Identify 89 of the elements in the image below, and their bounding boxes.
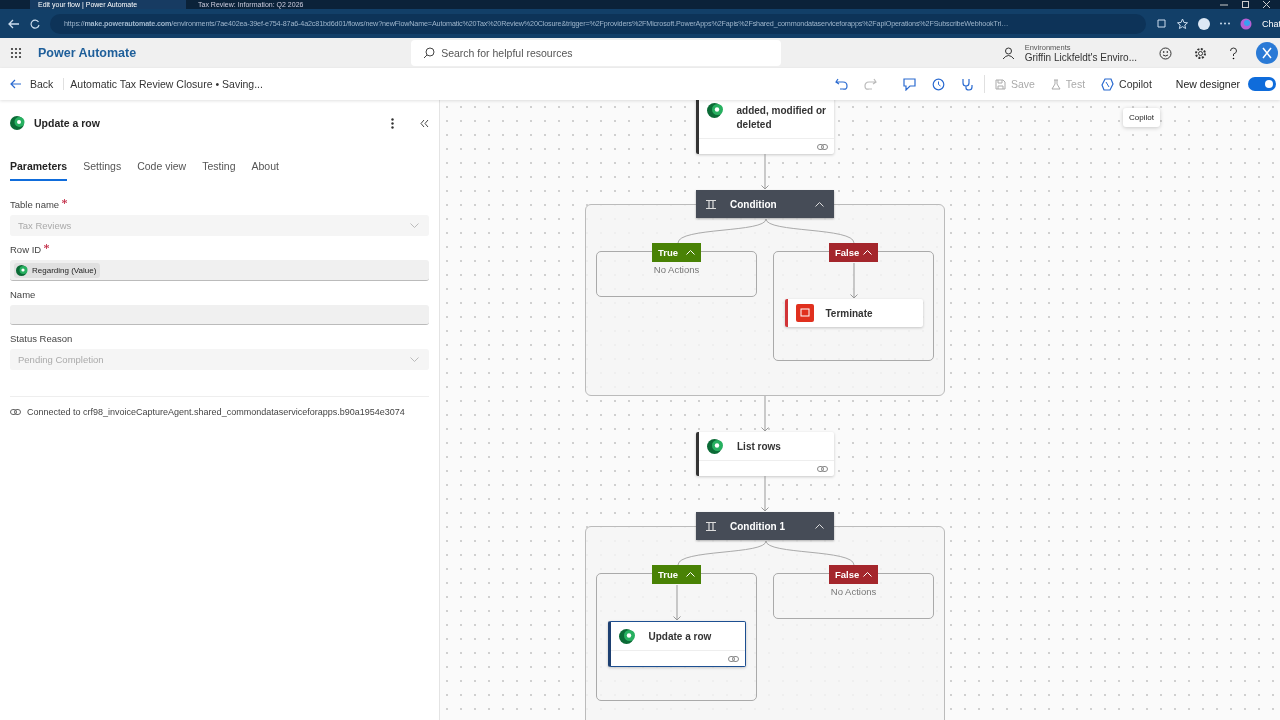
link-icon: [10, 408, 21, 416]
feedback-icon[interactable]: [1159, 46, 1172, 60]
environment-picker[interactable]: Griffin Lickfeldt's Enviro...: [1024, 52, 1137, 63]
chevron-up-icon[interactable]: [815, 523, 824, 529]
input-field[interactable]: [10, 305, 429, 325]
search-field[interactable]: Search for helpful resources: [411, 40, 782, 66]
connector-arrow: [760, 154, 770, 190]
input-field[interactable]: Regarding (Value): [10, 260, 429, 281]
connector-arrow: [760, 476, 770, 512]
connector-arrow: [760, 396, 770, 432]
dynamic-content-token[interactable]: Regarding (Value): [14, 262, 101, 278]
panel-title: Update a row: [34, 117, 101, 129]
app-name[interactable]: Power Automate: [38, 46, 137, 60]
chevron-up-icon[interactable]: [815, 201, 824, 207]
panel-tab[interactable]: Parameters: [10, 160, 68, 181]
back-arrow-icon: [10, 79, 22, 89]
minimize-icon[interactable]: [1220, 1, 1228, 8]
close-icon[interactable]: [1263, 1, 1270, 8]
condition-title: Condition: [730, 198, 778, 210]
branch-label[interactable]: False: [829, 243, 878, 262]
action-title: Update a row: [648, 630, 712, 644]
chevron-down-icon: [410, 222, 419, 228]
history-icon[interactable]: [931, 77, 945, 91]
condition-icon: [706, 521, 716, 531]
connector-icon: [618, 629, 637, 644]
connection-text: Connected to crf98_invoiceCaptureAgent.shared_commondataserviceforapps.b90a1954e3074: [27, 407, 405, 417]
condition-header[interactable]: Condition: [696, 190, 834, 218]
back-arrow-icon[interactable]: [8, 18, 20, 29]
copilot-logo-icon[interactable]: [1240, 17, 1252, 30]
connector-icon: [16, 264, 28, 276]
field-label: Name: [10, 289, 36, 300]
back-button[interactable]: Back: [0, 78, 65, 90]
settings-icon[interactable]: [1194, 46, 1207, 60]
field-label: Status Reason: [10, 333, 73, 344]
avatar-icon[interactable]: [1256, 42, 1278, 64]
help-icon[interactable]: [1229, 46, 1238, 60]
extension-icon[interactable]: [1156, 18, 1167, 29]
connector-icon: [10, 116, 26, 130]
profile-icon[interactable]: [1198, 17, 1210, 30]
search-icon: [423, 47, 436, 59]
empty-branch-text: No Actions: [653, 264, 700, 275]
action-title: added, modified or deleted: [736, 104, 826, 132]
chevron-down-icon: [410, 356, 419, 362]
assistant-icon[interactable]: [902, 77, 916, 91]
empty-branch-text: No Actions: [830, 586, 877, 597]
tooltip: Copilot: [1123, 108, 1160, 127]
action-card[interactable]: Update a row: [607, 621, 746, 667]
connector-arrow: [848, 263, 859, 299]
reload-icon[interactable]: [30, 18, 40, 29]
flask-icon: [1050, 78, 1061, 90]
environment-icon: [1001, 47, 1015, 59]
link-icon: [817, 142, 828, 151]
action-title: List rows: [737, 440, 781, 454]
branch-label[interactable]: True: [652, 565, 701, 584]
stethoscope-icon[interactable]: [960, 77, 974, 91]
toggle-switch[interactable]: [1248, 77, 1276, 91]
copilot-button[interactable]: Copilot: [1101, 77, 1152, 91]
link-icon: [727, 654, 739, 663]
app-launcher-icon[interactable]: [10, 47, 22, 59]
panel-tab[interactable]: Code view: [137, 160, 187, 181]
panel-tab[interactable]: Testing: [202, 160, 236, 181]
action-card[interactable]: added, modified or deleted: [696, 100, 834, 154]
branch-label[interactable]: True: [652, 243, 701, 262]
condition-title: Condition 1: [730, 520, 786, 532]
new-designer-toggle[interactable]: New designer: [1175, 77, 1276, 91]
action-card[interactable]: Terminate: [784, 299, 923, 327]
panel-tab[interactable]: Settings: [83, 160, 122, 181]
action-title: Terminate: [825, 306, 873, 321]
maximize-icon[interactable]: [1242, 1, 1249, 8]
more-options-icon[interactable]: [391, 117, 394, 129]
link-icon: [817, 464, 828, 473]
branch-label[interactable]: False: [829, 565, 878, 584]
field-label: Table name: [10, 199, 60, 210]
favorites-icon[interactable]: [1177, 18, 1188, 29]
collapse-icon[interactable]: [420, 118, 429, 128]
flow-title: Automatic Tax Review Closure • Saving...: [70, 78, 263, 90]
undo-icon[interactable]: [834, 78, 848, 90]
connector-icon: [707, 103, 725, 118]
panel-tab[interactable]: About: [251, 160, 279, 181]
save-icon: [994, 78, 1006, 90]
action-card[interactable]: List rows: [696, 432, 834, 476]
connector-arrow: [671, 585, 682, 621]
terminate-icon: [795, 304, 814, 322]
more-icon[interactable]: [1220, 22, 1230, 25]
copilot-icon: [1101, 77, 1115, 91]
condition-icon: [706, 199, 716, 209]
field-label: Row ID: [10, 244, 42, 255]
connector-icon: [707, 439, 725, 454]
condition-header[interactable]: Condition 1: [696, 512, 834, 540]
